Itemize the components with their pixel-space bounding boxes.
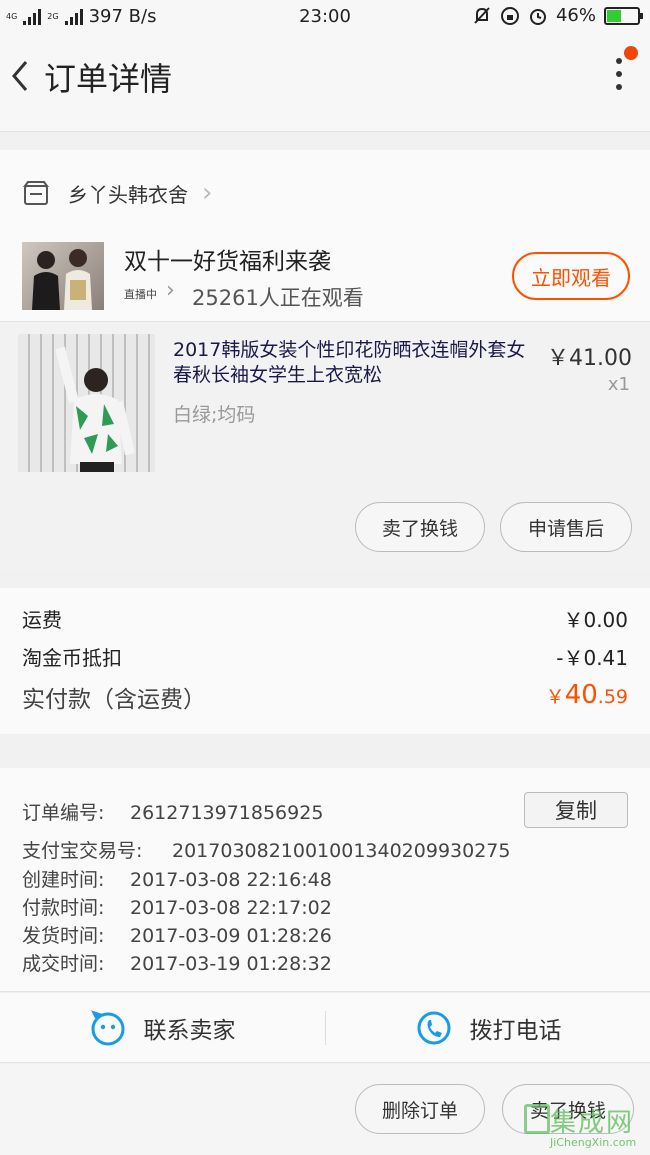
paid-row: 实付款（含运费） ￥40.59: [22, 680, 628, 714]
paid-label: 实付款（含运费）: [22, 687, 206, 713]
live-thumbnail: [22, 242, 104, 310]
paid-decimal: .59: [597, 686, 628, 708]
completed-time: 2017-03-19 01:28:32: [130, 953, 332, 975]
rotation-lock-icon: [500, 6, 519, 25]
totals-section: 运费 ￥0.00 淘金币抵扣 -￥0.41 实付款（含运费） ￥40.59: [0, 588, 650, 734]
paid-time: 2017-03-08 22:17:02: [130, 897, 332, 919]
live-banner[interactable]: 双十一好货福利来袭 直播中 › 25261人正在观看 立即观看: [22, 242, 630, 314]
paid-value: ￥40.59: [546, 680, 628, 710]
shipped-time-row: 发货时间: 2017-03-09 01:28:26: [22, 921, 332, 948]
shipping-label: 运费: [22, 608, 62, 632]
after-sale-button[interactable]: 申请售后: [500, 502, 632, 552]
coin-discount-label: 淘金币抵扣: [22, 646, 122, 670]
watch-now-button[interactable]: 立即观看: [512, 252, 630, 300]
shop-link[interactable]: 乡丫头韩衣舍 ›: [22, 178, 212, 208]
live-title: 双十一好货福利来袭: [124, 249, 331, 275]
coin-discount-value: -￥0.41: [556, 646, 628, 670]
delete-order-button[interactable]: 删除订单: [355, 1084, 485, 1134]
alarm-icon: [529, 8, 546, 25]
alipay-trade-row: 支付宝交易号: 2017030821001001340209930275: [22, 836, 510, 863]
paid-time-row: 付款时间: 2017-03-08 22:17:02: [22, 893, 332, 920]
call-label: 拨打电话: [469, 1018, 562, 1044]
shop-card: 乡丫头韩衣舍 › 双十一好货福利来袭 直播中 › 25261人正在观看 立即观看: [0, 150, 650, 322]
product-title: 2017韩版女装个性印花防晒衣连帽外套女春秋长袖女学生上衣宽松: [173, 339, 526, 386]
order-number-row: 订单编号: 2612713971856925: [22, 798, 323, 825]
shop-name: 乡丫头韩衣舍: [68, 182, 188, 207]
product-price: ￥41.00: [547, 346, 632, 371]
live-status: 直播中: [124, 288, 157, 301]
info-key: 成交时间:: [22, 953, 105, 975]
watermark-text: 集成网: [550, 1108, 635, 1138]
chat-icon: [90, 1010, 124, 1046]
page-title: 订单详情: [44, 60, 173, 98]
status-bar: 4G 2G 397 B/s 23:00 46%: [0, 0, 650, 34]
info-key: 发货时间:: [22, 925, 105, 947]
info-key: 创建时间:: [22, 869, 105, 891]
info-key: 订单编号:: [22, 802, 105, 824]
completed-time-row: 成交时间: 2017-03-19 01:28:32: [22, 949, 332, 976]
copy-button[interactable]: 复制: [524, 792, 628, 828]
status-right: 46%: [472, 5, 643, 26]
app-header: 订单详情: [0, 34, 650, 132]
sell-button[interactable]: 卖了换钱: [355, 502, 485, 552]
watermark-logo: 集成网 JiChengXin.com: [524, 1100, 644, 1154]
watermark-url: JiChengXin.com: [550, 1136, 637, 1149]
info-key: 付款时间:: [22, 897, 105, 919]
watermark-icon: [524, 1104, 550, 1134]
order-number: 2612713971856925: [130, 802, 324, 824]
order-info-section: 订单编号: 2612713971856925 复制 支付宝交易号: 20170308…: [0, 768, 650, 992]
call-button[interactable]: 拨打电话: [326, 993, 650, 1063]
contact-bar: 联系卖家 拨打电话: [0, 993, 650, 1063]
created-time-row: 创建时间: 2017-03-08 22:16:48: [22, 865, 332, 892]
live-viewer-count: 25261人正在观看: [192, 286, 364, 310]
product-sku: 白绿;均码: [173, 404, 256, 426]
battery-icon: [604, 6, 643, 25]
created-time: 2017-03-08 22:16:48: [130, 869, 332, 891]
paid-currency: ￥: [545, 686, 565, 708]
contact-seller-button[interactable]: 联系卖家: [0, 993, 325, 1063]
more-menu-button[interactable]: [614, 46, 638, 94]
alipay-trade-number: 2017030821001001340209930275: [172, 840, 511, 862]
contact-seller-label: 联系卖家: [143, 1018, 236, 1044]
shipped-time: 2017-03-09 01:28:26: [130, 925, 332, 947]
paid-integer: 40: [564, 680, 598, 710]
shop-icon: [23, 181, 49, 205]
chevron-right-icon: ›: [166, 278, 175, 303]
mute-icon: [474, 6, 490, 24]
product-quantity: x1: [607, 374, 630, 395]
back-icon[interactable]: [8, 58, 32, 94]
product-image: [18, 334, 155, 472]
info-key: 支付宝交易号:: [22, 840, 143, 862]
shipping-value: ￥0.00: [563, 608, 628, 632]
product-item[interactable]: 2017韩版女装个性印花防晒衣连帽外套女春秋长袖女学生上衣宽松 白绿;均码 ￥4…: [0, 322, 650, 572]
notification-dot: [624, 46, 638, 60]
phone-icon: [417, 1011, 450, 1045]
bottom-actions: 删除订单 卖了换钱 集成网 JiChengXin.com: [0, 1064, 650, 1155]
battery-percent: 46%: [555, 5, 596, 26]
shipping-row: 运费 ￥0.00: [22, 604, 628, 633]
coin-discount-row: 淘金币抵扣 -￥0.41: [22, 642, 628, 671]
chevron-right-icon: ›: [202, 178, 213, 208]
